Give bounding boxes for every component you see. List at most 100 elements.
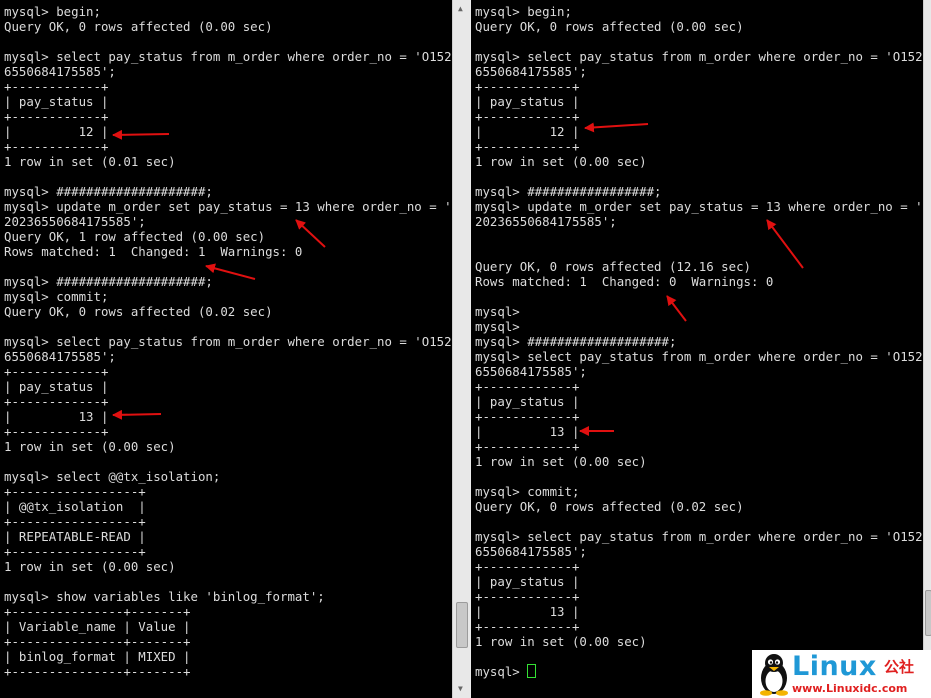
terminal-line: 1 row in set (0.00 sec) [4, 439, 176, 454]
terminal-line: | pay_status | [475, 394, 580, 409]
terminal-line: Query OK, 0 rows affected (0.00 sec) [4, 19, 273, 34]
terminal-line: +------------+ [4, 424, 109, 439]
terminal-line: +-----------------+ [4, 544, 146, 559]
terminal-line: mysql> begin; [4, 4, 101, 19]
text-cursor [527, 664, 537, 678]
right-scrollbar[interactable] [923, 0, 931, 698]
terminal-prompt: mysql> [475, 664, 528, 679]
terminal-line: 6550684175585'; [4, 349, 116, 364]
terminal-line: mysql> select pay_status from m_order wh… [475, 349, 923, 364]
terminal-line: +------------+ [475, 589, 580, 604]
terminal-line: +---------------+-------+ [4, 604, 191, 619]
terminal-line: +-----------------+ [4, 484, 146, 499]
right-terminal-output: mysql> begin; Query OK, 0 rows affected (… [475, 4, 923, 679]
terminal-line: 1 row in set (0.01 sec) [4, 154, 176, 169]
terminal-line: +-----------------+ [4, 514, 146, 529]
terminal-line: mysql> ####################; [4, 274, 213, 289]
scrollbar-thumb[interactable] [925, 590, 931, 636]
terminal-line: +---------------+-------+ [4, 634, 191, 649]
terminal-line: +------------+ [475, 379, 580, 394]
terminal-line: | 13 | [475, 604, 580, 619]
terminal-line: | pay_status | [475, 574, 580, 589]
watermark: Linux 公社 www.Linuxidc.com [752, 650, 931, 698]
terminal-line: +------------+ [4, 364, 109, 379]
terminal-line: Rows matched: 1 Changed: 1 Warnings: 0 [4, 244, 303, 259]
terminal-line: +---------------+-------+ [4, 664, 191, 679]
terminal-line: 1 row in set (0.00 sec) [475, 154, 647, 169]
penguin-logo-icon [760, 654, 788, 696]
terminal-line: +------------+ [4, 139, 109, 154]
terminal-line: 6550684175585'; [475, 64, 587, 79]
terminal-line: 20236550684175585'; [475, 214, 617, 229]
terminal-line: +------------+ [475, 139, 580, 154]
terminal-line: +------------+ [475, 409, 580, 424]
terminal-line: 1 row in set (0.00 sec) [475, 634, 647, 649]
terminal-line: 20236550684175585'; [4, 214, 146, 229]
terminal-line: | binlog_format | MIXED | [4, 649, 191, 664]
terminal-line: | Variable_name | Value | [4, 619, 191, 634]
terminal-line: Query OK, 1 row affected (0.00 sec) [4, 229, 266, 244]
terminal-line: 1 row in set (0.00 sec) [475, 454, 647, 469]
watermark-cn: 公社 [884, 658, 915, 676]
terminal-line: +------------+ [475, 79, 580, 94]
terminal-line: | pay_status | [4, 379, 109, 394]
terminal-line: mysql> ###################; [475, 334, 677, 349]
terminal-line: mysql> select pay_status from m_order wh… [4, 334, 452, 349]
terminal-line: | pay_status | [475, 94, 580, 109]
terminal-line: mysql> select pay_status from m_order wh… [475, 49, 923, 64]
terminal-line: mysql> update m_order set pay_status = 1… [4, 199, 452, 214]
terminal-line: mysql> select pay_status from m_order wh… [475, 529, 923, 544]
terminal-line: +------------+ [475, 109, 580, 124]
terminal-line: 1 row in set (0.00 sec) [4, 559, 176, 574]
terminal-line: | @@tx_isolation | [4, 499, 146, 514]
left-terminal[interactable]: mysql> begin; Query OK, 0 rows affected (… [0, 0, 452, 698]
terminal-line: | 13 | [4, 409, 109, 424]
terminal-line: mysql> begin; [475, 4, 572, 19]
terminal-line: | 12 | [475, 124, 580, 139]
terminal-line: +------------+ [4, 79, 109, 94]
terminal-line: | 13 | [475, 424, 580, 439]
terminal-line: 6550684175585'; [475, 544, 587, 559]
terminal-line: | pay_status | [4, 94, 109, 109]
terminal-line: Query OK, 0 rows affected (12.16 sec) [475, 259, 752, 274]
watermark-name: Linux [792, 651, 877, 682]
terminal-line: Rows matched: 1 Changed: 0 Warnings: 0 [475, 274, 774, 289]
terminal-line: +------------+ [475, 619, 580, 634]
terminal-line: Query OK, 0 rows affected (0.00 sec) [475, 19, 744, 34]
terminal-line: mysql> #################; [475, 184, 662, 199]
scrollbar-down-arrow-icon[interactable]: ▼ [458, 684, 463, 693]
left-terminal-output: mysql> begin; Query OK, 0 rows affected (… [4, 4, 452, 679]
terminal-line: mysql> [475, 304, 520, 319]
terminal-line: mysql> ####################; [4, 184, 213, 199]
terminal-line: +------------+ [475, 559, 580, 574]
terminal-line: mysql> select pay_status from m_order wh… [4, 49, 452, 64]
left-scrollbar[interactable]: ▲ ▼ [452, 0, 470, 698]
scrollbar-up-arrow-icon[interactable]: ▲ [458, 4, 463, 13]
terminal-line: mysql> show variables like 'binlog_forma… [4, 589, 325, 604]
right-terminal[interactable]: mysql> begin; Query OK, 0 rows affected (… [471, 0, 923, 698]
terminal-line: mysql> select @@tx_isolation; [4, 469, 221, 484]
terminal-line: Query OK, 0 rows affected (0.02 sec) [4, 304, 273, 319]
terminal-line: mysql> commit; [4, 289, 109, 304]
scrollbar-thumb[interactable] [456, 602, 468, 648]
terminal-line: +------------+ [4, 109, 109, 124]
terminal-line: Query OK, 0 rows affected (0.02 sec) [475, 499, 744, 514]
terminal-line: mysql> commit; [475, 484, 580, 499]
terminal-line: +------------+ [4, 394, 109, 409]
watermark-url: www.Linuxidc.com [792, 682, 908, 695]
terminal-line: 6550684175585'; [475, 364, 587, 379]
terminal-line: | REPEATABLE-READ | [4, 529, 146, 544]
terminal-line: mysql> update m_order set pay_status = 1… [475, 199, 923, 214]
terminal-line: 6550684175585'; [4, 64, 116, 79]
